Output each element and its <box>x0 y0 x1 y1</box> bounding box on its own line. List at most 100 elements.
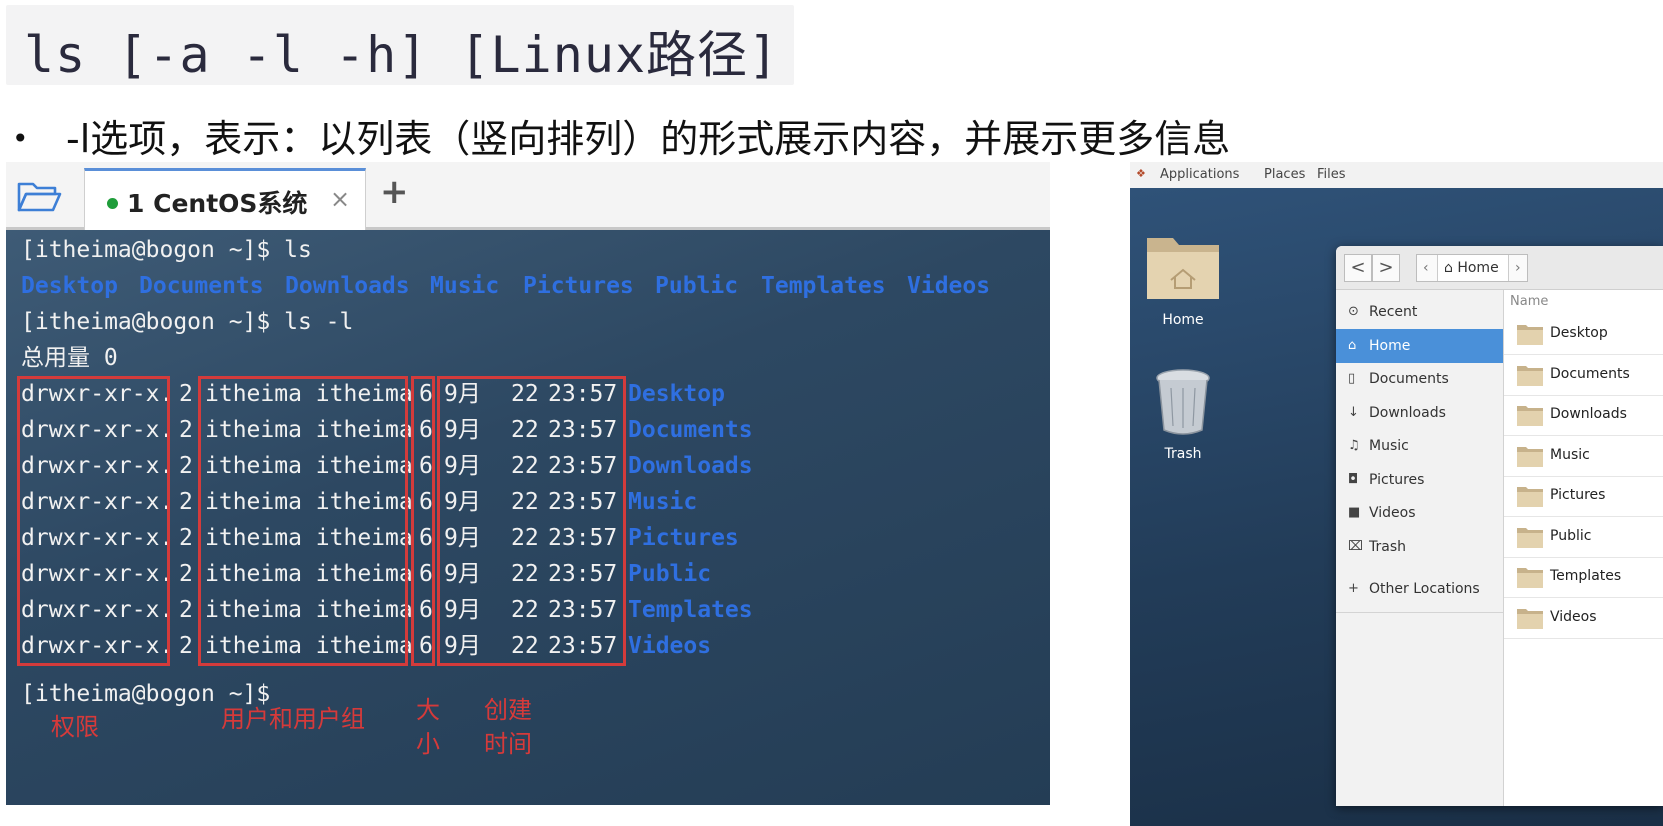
size-highlight-box <box>411 376 435 666</box>
name-cell: Music <box>628 489 698 515</box>
folder-icon <box>1517 365 1543 386</box>
terminal-window: 1 CentOS系统 × + [itheima@bogon ~]$ ls Des… <box>6 162 1050 805</box>
places-menu[interactable]: Places <box>1264 167 1305 182</box>
home-folder-icon <box>1147 238 1219 299</box>
name-cell: Public <box>628 561 712 587</box>
sidebar-item-recent[interactable]: ⊙ Recent <box>1336 295 1503 329</box>
places-sidebar: ⊙ Recent ⌂ Home ▯ Documents ↓ Downloads ♫ Music ◘ P… <box>1336 290 1504 806</box>
bullet-line: • -l选项，表示：以列表（竖向排列）的形式展示内容，并展示更多信息 <box>6 108 1230 163</box>
time-annotation-2: 时间 <box>484 730 532 758</box>
centos-desktop: ❖ Applications Places Files Home Trash < <box>1130 162 1663 826</box>
pictures-icon: ◘ <box>1348 472 1359 487</box>
sidebar-item-downloads[interactable]: ↓ Downloads <box>1336 396 1503 430</box>
file-list: Name Desktop Documents Downloads Music Pictu… <box>1504 290 1663 806</box>
sidebar-item-videos[interactable]: ■ Videos <box>1336 496 1503 530</box>
sidebar-separator <box>1336 612 1503 613</box>
link-count-cell: 2 <box>179 453 193 479</box>
gnome-top-bar: ❖ Applications Places Files <box>1130 162 1663 188</box>
dir-entry: Documents <box>139 273 264 299</box>
total-line: 总用量 0 <box>21 345 118 371</box>
file-row[interactable]: Videos <box>1504 598 1663 639</box>
applications-menu[interactable]: Applications <box>1160 167 1239 182</box>
name-cell: Desktop <box>628 381 725 407</box>
desktop-wallpaper: Home Trash < > ‹ ⌂ Home › ⊙ Recent ⌂ Home ▯ <box>1130 188 1663 826</box>
link-count-cell: 2 <box>179 561 193 587</box>
dir-entry: Templates <box>761 273 886 299</box>
file-name: Documents <box>1550 365 1630 382</box>
name-column-header[interactable]: Name <box>1510 294 1548 309</box>
link-count-cell: 2 <box>179 525 193 551</box>
folder-icon <box>1517 527 1543 548</box>
sidebar-item-other-locations[interactable]: + Other Locations <box>1336 572 1503 606</box>
file-row[interactable]: Public <box>1504 517 1663 558</box>
link-count-cell: 2 <box>179 417 193 443</box>
sidebar-item-music[interactable]: ♫ Music <box>1336 429 1503 463</box>
terminal-output[interactable]: [itheima@bogon ~]$ ls Desktop Documents … <box>6 230 1050 805</box>
path-home-button[interactable]: ⌂ Home <box>1437 255 1509 281</box>
path-left-arrow-icon[interactable]: ‹ <box>1423 255 1429 281</box>
documents-icon: ▯ <box>1348 371 1356 386</box>
trash-icon: ⌧ <box>1348 539 1363 554</box>
recent-icon: ⊙ <box>1348 304 1359 319</box>
sidebar-item-label: Pictures <box>1369 472 1425 488</box>
tab-title: 1 CentOS系统 <box>127 189 308 218</box>
sidebar-item-documents[interactable]: ▯ Documents <box>1336 362 1503 396</box>
sidebar-item-trash[interactable]: ⌧ Trash <box>1336 530 1503 564</box>
file-row[interactable]: Music <box>1504 436 1663 477</box>
tab-centos[interactable]: 1 CentOS系统 × <box>84 168 366 230</box>
dir-entry: Music <box>430 273 500 299</box>
file-row[interactable]: Downloads <box>1504 395 1663 436</box>
forward-button[interactable]: > <box>1372 254 1400 282</box>
file-name: Music <box>1550 446 1590 463</box>
name-cell: Downloads <box>628 453 753 479</box>
sidebar-item-pictures[interactable]: ◘ Pictures <box>1336 463 1503 497</box>
close-tab-icon[interactable]: × <box>330 185 350 213</box>
add-tab-button[interactable]: + <box>380 172 409 212</box>
apps-menu-icon: ❖ <box>1136 167 1146 180</box>
name-cell: Pictures <box>628 525 739 551</box>
file-name: Downloads <box>1550 406 1627 422</box>
tab-bar: 1 CentOS系统 × + <box>6 162 1050 230</box>
link-count-cell: 2 <box>179 597 193 623</box>
path-bar[interactable]: ‹ ⌂ Home › <box>1416 254 1528 282</box>
back-button[interactable]: < <box>1344 254 1372 282</box>
sidebar-item-label: Home <box>1369 338 1411 354</box>
dir-entry: Desktop <box>21 273 118 299</box>
music-icon: ♫ <box>1348 438 1360 453</box>
folder-icon <box>1517 325 1543 345</box>
trash-bin-icon <box>1156 369 1210 435</box>
open-folder-icon[interactable] <box>16 178 62 214</box>
file-row[interactable]: Pictures <box>1504 476 1663 517</box>
videos-icon: ■ <box>1348 505 1361 520</box>
home-icon: ⌂ <box>1348 338 1357 353</box>
trash-icon-label: Trash <box>1164 446 1202 462</box>
link-count-cell: 2 <box>179 489 193 515</box>
file-name: Desktop <box>1550 325 1608 341</box>
sidebar-item-label: Documents <box>1369 371 1449 387</box>
files-menu[interactable]: Files <box>1317 167 1346 182</box>
time-highlight-box <box>437 376 626 666</box>
file-row[interactable]: Templates <box>1504 557 1663 598</box>
ls-output-line: Desktop Documents Downloads Music Pictur… <box>21 268 1050 304</box>
file-name: Pictures <box>1550 487 1606 503</box>
sidebar-item-home[interactable]: ⌂ Home <box>1336 329 1503 363</box>
name-cell: Videos <box>628 633 712 659</box>
bullet-dot-icon: • <box>12 122 29 155</box>
terminal-line: [itheima@bogon ~]$ ls <box>21 237 312 263</box>
file-row[interactable]: Desktop <box>1504 314 1663 355</box>
file-row[interactable]: Documents <box>1504 355 1663 396</box>
link-count-cell: 2 <box>179 633 193 659</box>
name-cell: Templates <box>628 597 753 623</box>
time-annotation-1: 创建 <box>484 696 532 724</box>
owner-highlight-box <box>198 376 408 666</box>
file-name: Templates <box>1550 568 1622 584</box>
desktop-trash-icon[interactable]: Trash <box>1133 368 1233 462</box>
desktop-home-icon[interactable]: Home <box>1133 228 1233 328</box>
dir-entry: Pictures <box>523 273 634 299</box>
command-syntax: ls [-a -l -h] [Linux路径] <box>24 26 780 84</box>
folder-icon <box>1517 446 1543 467</box>
dir-entry: Videos <box>907 273 991 299</box>
folder-icon <box>1517 487 1543 507</box>
path-right-arrow-icon[interactable]: › <box>1515 255 1521 281</box>
terminal-line: [itheima@bogon ~]$ ls -l <box>21 309 354 335</box>
